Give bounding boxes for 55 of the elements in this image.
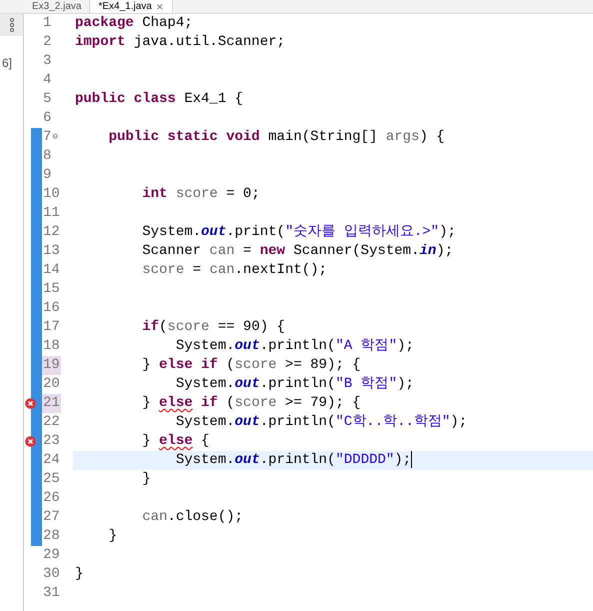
line-number: 29 bbox=[42, 546, 61, 565]
code-line: package Chap4; bbox=[74, 14, 194, 33]
line-number: 24 bbox=[42, 451, 61, 470]
code-line: import java.util.Scanner; bbox=[74, 33, 286, 52]
code-line: System.out.println("B 학점"); bbox=[174, 375, 415, 394]
code-line: } else { bbox=[141, 432, 210, 451]
line-number: 31 bbox=[42, 584, 61, 603]
line-number: 5 bbox=[42, 90, 52, 109]
close-icon[interactable]: ✕ bbox=[156, 0, 164, 12]
line-number: 2 bbox=[42, 33, 52, 52]
line-number: 25 bbox=[42, 470, 61, 489]
code-line: } else if (score >= 79); { bbox=[141, 394, 362, 413]
code-line: System.out.println("A 학점"); bbox=[174, 337, 415, 356]
line-number: 27 bbox=[42, 508, 61, 527]
code-line: System.out.println("C학..학..학점"); bbox=[174, 413, 468, 432]
line-number: 28 bbox=[42, 527, 61, 546]
line-number: 16 bbox=[42, 299, 61, 318]
code-line: } bbox=[74, 565, 84, 584]
line-number: 4 bbox=[42, 71, 52, 90]
line-number: 20 bbox=[42, 375, 61, 394]
code-line: System.out.print("숫자를 입력하세요.>"); bbox=[141, 223, 457, 242]
line-number: 11 bbox=[42, 204, 61, 223]
code-line: public class Ex4_1 { bbox=[74, 90, 244, 109]
line-number: 14 bbox=[42, 261, 61, 280]
code-line: } else if (score >= 89); { bbox=[141, 356, 362, 375]
line-number: 12 bbox=[42, 223, 61, 242]
code-line: Scanner can = new Scanner(System.in); bbox=[141, 242, 454, 261]
line-number: 7 bbox=[42, 128, 52, 147]
code-line: if(score == 90) { bbox=[141, 318, 286, 337]
line-number: 19 bbox=[42, 356, 61, 375]
line-number: 6 bbox=[42, 109, 52, 128]
code-line: } bbox=[141, 470, 152, 489]
code-line: int score = 0; bbox=[141, 185, 261, 204]
line-number: 26 bbox=[42, 489, 61, 508]
collapse-icon[interactable]: ⊖ bbox=[52, 133, 58, 142]
code-line: can.close(); bbox=[141, 508, 244, 527]
line-number: 18 bbox=[42, 337, 61, 356]
editor-tab[interactable]: *Ex4_1.java ✕ bbox=[90, 0, 173, 13]
code-line: score = can.nextInt(); bbox=[141, 261, 328, 280]
line-number: 9 bbox=[42, 166, 52, 185]
line-number: 13 bbox=[42, 242, 61, 261]
code-line: } bbox=[108, 527, 118, 546]
line-number: 21 bbox=[42, 394, 61, 413]
line-number: 22 bbox=[42, 413, 61, 432]
code-line: public static void main(String[] args) { bbox=[108, 128, 446, 147]
more-icon[interactable] bbox=[8, 18, 14, 32]
line-number: 10 bbox=[42, 185, 61, 204]
line-number: 17 bbox=[42, 318, 61, 337]
line-number: 3 bbox=[42, 52, 52, 71]
panel-text: 6] bbox=[2, 55, 14, 72]
line-number: 30 bbox=[42, 565, 61, 584]
line-number: 15 bbox=[42, 280, 61, 299]
line-number: 23 bbox=[42, 432, 61, 451]
line-number: 1 bbox=[42, 14, 52, 33]
line-number: 8 bbox=[42, 147, 52, 166]
